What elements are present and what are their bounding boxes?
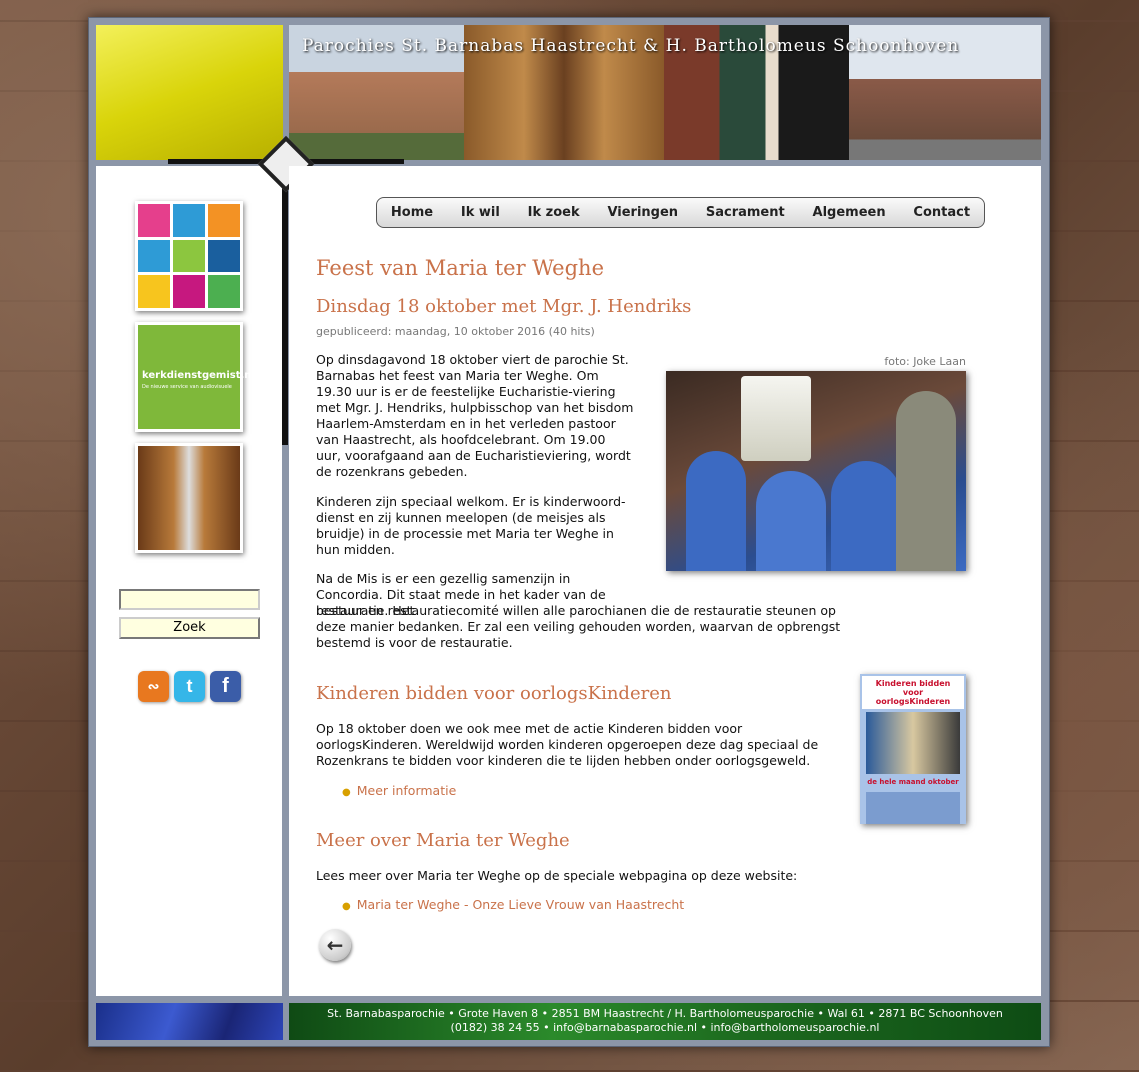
twitter-icon[interactable]: t [174,671,205,702]
article-paragraph-2: Kinderen zijn speciaal welkom. Er is kin… [316,494,626,557]
altar-photo-promo[interactable] [135,443,243,553]
poster-month: de hele maand oktober [867,778,959,786]
tools-grid-icon [138,204,240,308]
nav-algemeen[interactable]: Algemeen [813,205,886,220]
stained-glass-panel [96,25,283,160]
poster-title: Kinderen bidden voor oorlogsKinderen [862,676,964,709]
lead-line [282,160,288,445]
footer-stained-glass [96,1003,283,1040]
site-title: Parochies St. Barnabas Haastrecht & H. B… [302,36,960,56]
nav-ik-wil[interactable]: Ik wil [461,205,500,220]
procession-photo [666,371,966,571]
page-title: Feest van Maria ter Weghe [316,256,605,280]
nav-ik-zoek[interactable]: Ik zoek [528,205,580,220]
section-text-kinderen: Op 18 oktober doen we ook mee met de act… [316,721,819,768]
kinderen-bidden-poster[interactable]: Kinderen bidden voor oorlogsKinderen de … [860,674,966,824]
meer-informatie-link[interactable]: Meer informatie [342,783,457,798]
nav-vieringen[interactable]: Vieringen [607,205,678,220]
article-paragraph-3b: bestuur en restauratiecomité willen alle… [316,603,841,650]
footer-contact: (0182) 38 24 55 • info@barnabasparochie.… [450,1021,880,1034]
rss-icon[interactable]: ∾ [138,671,169,702]
maria-ter-weghe-link[interactable]: Maria ter Weghe - Onze Lieve Vrouw van H… [342,897,684,912]
footer: St. Barnabasparochie • Grote Haven 8 • 2… [289,1003,1041,1040]
section-title-meer: Meer over Maria ter Weghe [316,830,570,851]
kerkdienstgemist-promo[interactable]: kerkdienstgemist.nl De nieuwe service va… [135,322,255,432]
section-text-meer: Lees meer over Maria ter Weghe op de spe… [316,868,798,883]
section-title-kinderen: Kinderen bidden voor oorlogsKinderen [316,683,672,704]
ik-wil-promo[interactable] [135,201,243,311]
footer-addresses: St. Barnabasparochie • Grote Haven 8 • 2… [327,1007,1003,1020]
published-info: gepubliceerd: maandag, 10 oktober 2016 (… [316,325,595,338]
article-paragraph-1: Op dinsdagavond 18 oktober viert de paro… [316,352,634,479]
nav-sacrament[interactable]: Sacrament [706,205,785,220]
search-input[interactable] [119,589,260,610]
photo-credit: foto: Joke Laan [884,355,966,368]
kerkdienstgemist-tagline: De nieuwe service van audiovisuele [142,384,232,390]
article-subtitle: Dinsdag 18 oktober met Mgr. J. Hendriks [316,296,692,317]
kerkdienstgemist-logo: kerkdienstgemist.nl [142,370,255,381]
nav-home[interactable]: Home [391,205,433,220]
back-arrow-icon[interactable]: ← [319,929,351,961]
facebook-icon[interactable]: f [210,671,241,702]
main-nav: Home Ik wil Ik zoek Vieringen Sacrament … [376,197,985,228]
nav-contact[interactable]: Contact [913,205,970,220]
search-button[interactable]: Zoek [119,617,260,639]
